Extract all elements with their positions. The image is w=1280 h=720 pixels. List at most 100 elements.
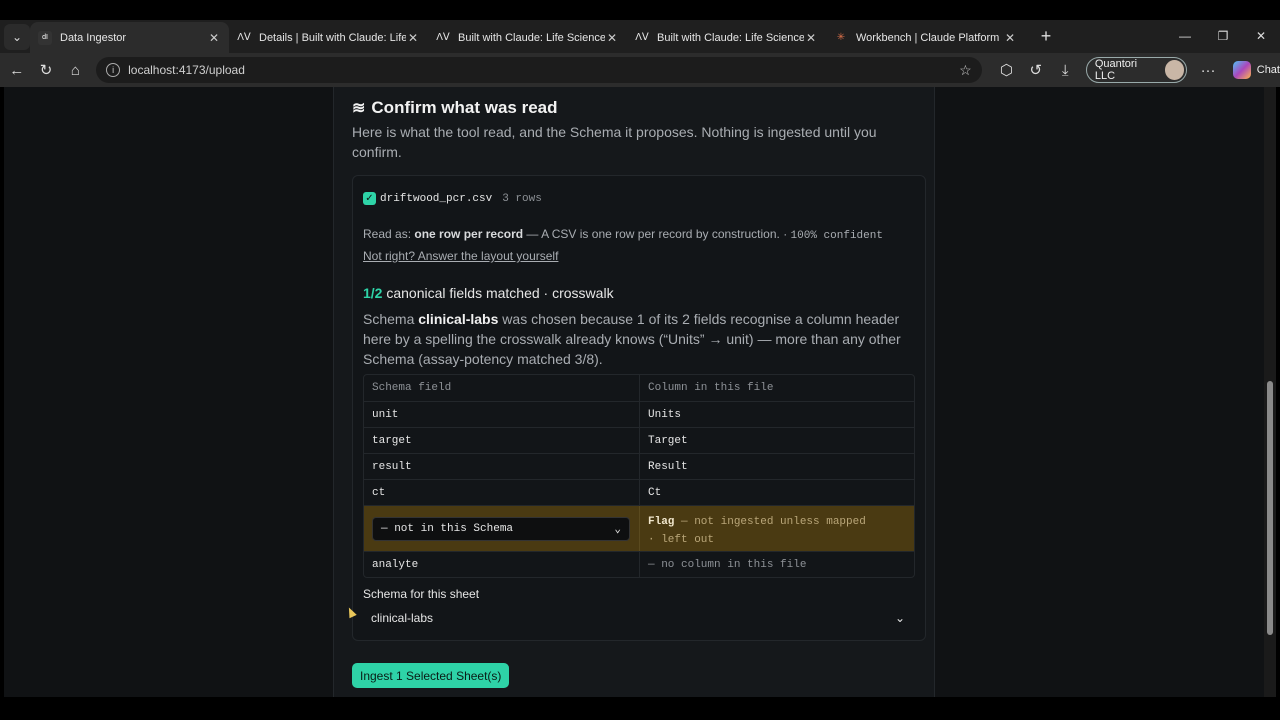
close-window-icon[interactable]: ✕: [1242, 20, 1280, 53]
tab-title: Details | Built with Claude: Life Scie: [259, 31, 406, 44]
restore-icon[interactable]: ❐: [1204, 20, 1242, 53]
anthropic-favicon-icon: ΛⅤ: [237, 32, 251, 43]
tab-workbench[interactable]: ✳ Workbench | Claude Platform ✕: [826, 22, 1025, 53]
profile-button[interactable]: Quantori LLC: [1085, 57, 1188, 83]
field-cell: result: [364, 454, 640, 479]
table-row: unit Units: [364, 401, 914, 427]
field-mapping-select[interactable]: — not in this Schema ⌄: [372, 516, 630, 541]
schema-select-label: Schema for this sheet: [363, 587, 480, 601]
file-select-checkbox[interactable]: ✓: [363, 192, 376, 205]
read-as-prefix: Read as:: [363, 227, 415, 241]
select-value: — not in this Schema: [381, 522, 514, 535]
confirm-card: ≋ Confirm what was read Here is what the…: [333, 87, 935, 697]
matched-text: canonical fields matched · crosswalk: [382, 285, 614, 301]
flag-note: — not ingested unless mapped: [674, 516, 866, 528]
avatar: [1164, 60, 1185, 80]
column-cell: Flag — not ingested unless mapped · left…: [640, 506, 914, 551]
unmapped-row: — not in this Schema ⌄ Flag — not ingest…: [364, 505, 914, 551]
flag-status: · left out: [648, 534, 715, 546]
reload-icon[interactable]: ↻: [31, 61, 60, 79]
extensions-icon[interactable]: ⬡: [992, 61, 1021, 79]
fields-matched-heading: 1/2 canonical fields matched · crosswalk: [363, 285, 614, 301]
screen-bottom-bar: [0, 697, 1280, 720]
field-cell: analyte: [364, 552, 640, 577]
downloads-icon[interactable]: ⤓: [1050, 62, 1079, 79]
chat-label: Chat: [1256, 64, 1280, 76]
read-as-reason: — A CSV is one row per record by constru…: [523, 227, 791, 241]
chevron-down-icon: ⌄: [614, 523, 621, 536]
row-count: 3 rows: [502, 192, 542, 205]
file-panel: ✓ driftwood_pcr.csv 3 rows Read as: one …: [352, 175, 926, 641]
flag-column: Flag: [648, 516, 675, 528]
claude-favicon-icon: ✳: [836, 32, 846, 43]
column-cell: Units: [648, 408, 682, 421]
profile-name: Quantori LLC: [1094, 58, 1138, 82]
screen-top-bar: [0, 0, 1280, 20]
read-as-line: Read as: one row per record — A CSV is o…: [363, 227, 883, 242]
page-title-text: Confirm what was read: [371, 98, 558, 117]
history-icon[interactable]: ↺: [1021, 61, 1050, 79]
file-name: driftwood_pcr.csv: [380, 192, 493, 205]
tab-built-with-claude-1[interactable]: ΛⅤ Built with Claude: Life Sciences ✕: [428, 22, 627, 53]
tab-built-with-claude-2[interactable]: ΛⅤ Built with Claude: Life Sciences ✕: [627, 22, 826, 53]
tab-title: Built with Claude: Life Sciences: [458, 31, 605, 44]
new-tab-icon[interactable]: +: [1033, 26, 1059, 47]
app-favicon-icon: dI: [38, 30, 52, 45]
copilot-icon: [1232, 61, 1251, 79]
table-row: target Target: [364, 427, 914, 453]
anthropic-favicon-icon: ΛⅤ: [436, 32, 450, 43]
address-bar[interactable]: i localhost:4173/upload ☆: [96, 57, 982, 83]
close-tab-icon[interactable]: ✕: [406, 31, 420, 45]
explain-schema: clinical-labs: [418, 311, 499, 327]
column-cell: Result: [648, 460, 688, 473]
tab-title: Data Ingestor: [60, 31, 127, 44]
header-column: Column in this file: [648, 382, 774, 394]
tab-details-life-sciences[interactable]: ΛⅤ Details | Built with Claude: Life Sci…: [229, 22, 428, 53]
file-header: ✓ driftwood_pcr.csv 3 rows: [363, 192, 542, 205]
favorite-star-icon[interactable]: ☆: [959, 62, 972, 79]
mapping-table: Schema field Column in this file unit Un…: [363, 374, 915, 578]
schema-select-value: clinical-labs: [371, 611, 434, 625]
copilot-chat-button[interactable]: Chat: [1232, 61, 1280, 79]
column-cell: Ct: [648, 486, 662, 499]
ingest-button[interactable]: Ingest 1 Selected Sheet(s): [352, 663, 510, 688]
back-icon[interactable]: ←: [2, 62, 31, 79]
schema-explanation: Schema clinical-labs was chosen because …: [363, 309, 915, 369]
table-row: analyte — no column in this file: [364, 551, 914, 577]
page-scrollbar[interactable]: [1264, 87, 1276, 697]
close-tab-icon[interactable]: ✕: [207, 31, 221, 45]
column-cell: Target: [648, 434, 688, 447]
home-icon[interactable]: ⌂: [61, 62, 90, 79]
page-viewport: ≋ Confirm what was read Here is what the…: [4, 87, 1264, 697]
field-cell: ct: [364, 480, 640, 505]
close-tab-icon[interactable]: ✕: [804, 31, 818, 45]
column-cell: — no column in this file: [648, 558, 807, 571]
schema-select[interactable]: clinical-labs ⌄: [363, 606, 915, 630]
tab-strip: ⌄ dI Data Ingestor ✕ ΛⅤ Details | Built …: [0, 20, 1280, 53]
anthropic-favicon-icon: ΛⅤ: [635, 32, 649, 43]
confidence: 100% confident: [790, 230, 883, 242]
window-controls: — ❐ ✕: [1166, 20, 1280, 53]
close-tab-icon[interactable]: ✕: [1003, 31, 1017, 45]
table-header: Schema field Column in this file: [364, 375, 914, 401]
browser-toolbar: ← ↻ ⌂ i localhost:4173/upload ☆ ⬡ ↺ ⤓ Qu…: [0, 53, 1280, 87]
field-select-cell: — not in this Schema ⌄: [364, 506, 640, 551]
site-info-icon[interactable]: i: [106, 63, 121, 77]
scrollbar-thumb[interactable]: [1267, 381, 1273, 635]
url-text: localhost:4173/upload: [128, 63, 245, 77]
page-title: ≋ Confirm what was read: [352, 98, 558, 118]
header-schema-field: Schema field: [364, 375, 640, 401]
close-tab-icon[interactable]: ✕: [605, 31, 619, 45]
answer-layout-link[interactable]: Not right? Answer the layout yourself: [363, 249, 558, 263]
tab-search-chevron-icon[interactable]: ⌄: [4, 23, 30, 50]
table-row: result Result: [364, 453, 914, 479]
chevron-down-icon: ⌄: [894, 611, 905, 625]
tab-data-ingestor[interactable]: dI Data Ingestor ✕: [30, 22, 229, 53]
read-as-layout: one row per record: [414, 227, 524, 241]
tab-title: Built with Claude: Life Sciences: [657, 31, 804, 44]
field-cell: target: [364, 428, 640, 453]
more-menu-icon[interactable]: ···: [1193, 62, 1222, 79]
minimize-icon[interactable]: —: [1166, 20, 1204, 53]
layers-icon: ≋: [352, 100, 366, 117]
table-row: ct Ct: [364, 479, 914, 505]
